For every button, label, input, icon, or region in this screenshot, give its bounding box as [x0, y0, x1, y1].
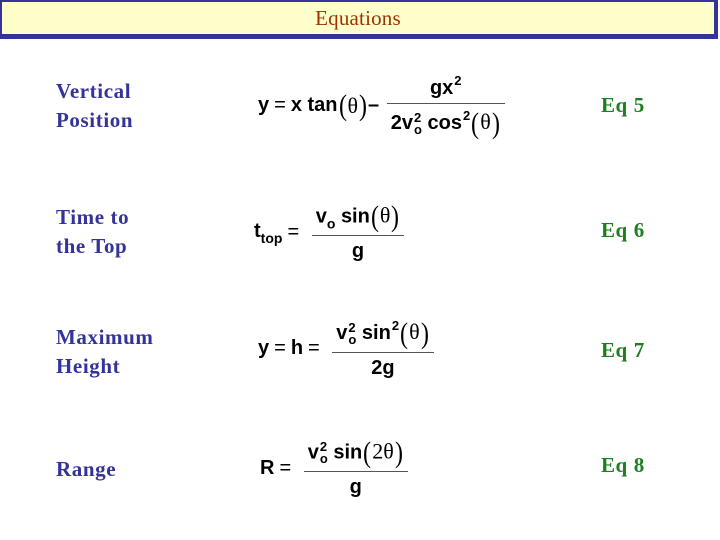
eq-denominator: g	[351, 240, 365, 262]
eq-supsub: 2o	[319, 440, 328, 466]
row-label-time-to-top: Time to the Top	[56, 203, 129, 261]
eq-func-tan: tan	[307, 94, 338, 117]
eq-number-value: 7	[633, 338, 645, 362]
eq-numer-v-sub: o	[326, 215, 336, 232]
eq-close-paren: )	[491, 106, 500, 140]
eq-fraction: v2o sin2(θ) 2g	[332, 316, 434, 380]
equation-range: R = v2o sin(2θ) g	[260, 438, 410, 499]
equation-number-5: Eq 5	[601, 93, 645, 118]
eq-number-value: 5	[633, 93, 645, 117]
eq-lhs-sub: top	[260, 229, 283, 246]
eq-denom-v-sub: o	[413, 121, 422, 137]
eq-numer-base: gx	[429, 77, 454, 99]
eq-term-coef: x	[290, 94, 302, 117]
equation-time-to-top: ttop = vo sin(θ) g	[254, 202, 406, 263]
eq-close-paren: )	[420, 316, 429, 350]
eq-lhs-base: t	[254, 219, 261, 242]
eq-denominator: 2v 2 o cos2(θ)	[387, 104, 505, 139]
eq-number-prefix: Eq	[601, 93, 628, 117]
eq-func-exp: 2	[462, 108, 471, 123]
eq-fraction: vo sin(θ) g	[311, 200, 405, 263]
equation-number-7: Eq 7	[601, 338, 645, 363]
row-label-line: Height	[56, 354, 121, 378]
eq-lhs: y	[258, 94, 270, 117]
eq-numer-exp: 2	[454, 73, 462, 88]
eq-func-exp: 2	[391, 318, 400, 333]
eq-equals: =	[279, 457, 292, 479]
eq-open-paren: (	[370, 200, 379, 233]
eq-theta: θ	[480, 109, 491, 134]
eq-func-sin: sin	[333, 441, 363, 464]
row-label-vertical-position: Vertical Position	[56, 77, 133, 135]
row-label-line: the Top	[56, 234, 128, 258]
eq-open-paren: (	[363, 436, 372, 469]
eq-equals: =	[274, 94, 286, 117]
eq-fraction: gx2 2v 2 o cos2(θ)	[386, 73, 505, 139]
eq-number-value: 6	[633, 218, 645, 242]
equation-maximum-height: y = h = v2o sin2(θ) 2g	[258, 318, 436, 380]
eq-theta: θ	[409, 319, 420, 344]
eq-supsub: 2o	[348, 321, 357, 347]
eq-equals: =	[308, 337, 320, 360]
eq-lhs-y: y	[258, 337, 270, 360]
title-banner: Equations	[0, 0, 718, 39]
eq-equals: =	[287, 221, 300, 243]
eq-number-value: 8	[633, 453, 645, 477]
eq-theta: θ	[379, 202, 391, 228]
eq-supsub: 2o	[413, 111, 422, 137]
row-label-line: Range	[56, 457, 117, 481]
eq-fraction: v2o sin(2θ) g	[303, 436, 408, 499]
page-title: Equations	[315, 6, 401, 30]
eq-close-paren: )	[391, 200, 400, 233]
eq-lhs: R	[260, 457, 275, 479]
eq-func-sin: sin	[340, 205, 370, 228]
equation-number-6: Eq 6	[601, 218, 645, 243]
eq-equals: =	[274, 337, 286, 360]
equation-vertical-position: y = x tan(θ)– gx2 2v 2 o cos2(θ)	[258, 73, 507, 139]
eq-func-cos: cos	[427, 112, 462, 134]
row-label-range: Range	[56, 455, 116, 484]
eq-lhs: ttop	[254, 220, 282, 246]
row-label-line: Position	[56, 108, 134, 132]
row-label-line: Maximum	[56, 325, 154, 349]
eq-numer-v-sub: o	[319, 451, 328, 466]
eq-number-prefix: Eq	[601, 453, 628, 477]
eq-arg-2theta: 2θ	[372, 438, 394, 464]
row-label-line: Time to	[56, 205, 130, 229]
eq-open-paren: (	[400, 316, 409, 350]
eq-numerator: v2o sin2(θ)	[332, 316, 434, 353]
eq-open-paren: (	[471, 106, 480, 140]
eq-theta: θ	[347, 92, 359, 118]
eq-numer-v-sub: o	[348, 331, 357, 347]
eq-close-paren: )	[394, 436, 403, 469]
eq-open-paren: (	[338, 88, 347, 122]
eq-lhs-h: h	[290, 337, 304, 360]
eq-numer-v: v	[336, 322, 348, 344]
eq-denominator: 2g	[371, 356, 395, 379]
eq-minus: –	[368, 94, 380, 117]
eq-numer-v: v	[315, 205, 327, 228]
eq-numer-v: v	[307, 441, 319, 464]
row-label-maximum-height: Maximum Height	[56, 323, 154, 381]
eq-close-paren: )	[359, 88, 368, 122]
eq-denominator: g	[349, 476, 362, 498]
eq-number-prefix: Eq	[601, 218, 628, 242]
eq-numerator: vo sin(θ)	[311, 200, 405, 236]
eq-func-sin: sin	[361, 322, 391, 344]
row-label-line: Vertical	[56, 79, 132, 103]
eq-numerator: gx2	[386, 73, 505, 104]
eq-denom-coef: 2v	[390, 112, 413, 134]
eq-number-prefix: Eq	[601, 338, 628, 362]
eq-numerator: v2o sin(2θ)	[303, 436, 408, 472]
equation-number-8: Eq 8	[601, 453, 645, 478]
